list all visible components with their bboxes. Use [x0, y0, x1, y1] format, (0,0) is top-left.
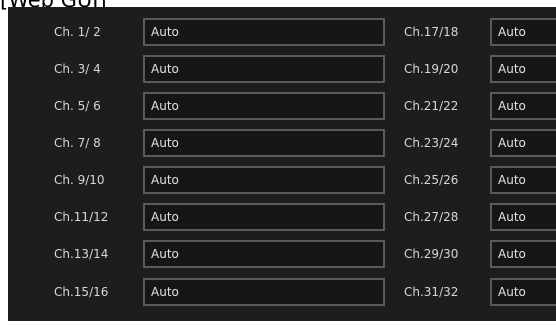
channel-label-29-30: Ch.29/30 [404, 247, 459, 261]
channel-label-31-32: Ch.31/32 [404, 285, 459, 299]
channel-label-17-18: Ch.17/18 [404, 25, 459, 39]
channel-label-27-28: Ch.27/28 [404, 210, 459, 224]
page: [Web GUI] Ch. 1/ 2 Auto Ch. 3/ 4 Auto Ch… [0, 0, 556, 328]
channel-row-27-28: Ch.27/28 Auto [8, 202, 556, 232]
channel-row-23-24: Ch.23/24 Auto [8, 128, 556, 158]
channel-row-21-22: Ch.21/22 Auto [8, 91, 556, 121]
channel-mode-field-25-26[interactable]: Auto [490, 166, 556, 194]
channel-settings-panel: Ch. 1/ 2 Auto Ch. 3/ 4 Auto Ch. 5/ 6 Aut… [8, 7, 556, 321]
channel-mode-field-17-18[interactable]: Auto [490, 18, 556, 46]
channel-mode-field-27-28[interactable]: Auto [490, 203, 556, 231]
channel-row-25-26: Ch.25/26 Auto [8, 165, 556, 195]
channel-row-17-18: Ch.17/18 Auto [8, 17, 556, 47]
channel-row-19-20: Ch.19/20 Auto [8, 54, 556, 84]
channel-mode-field-31-32[interactable]: Auto [490, 278, 556, 306]
channel-mode-field-29-30[interactable]: Auto [490, 240, 556, 268]
channel-label-25-26: Ch.25/26 [404, 173, 459, 187]
channel-row-31-32: Ch.31/32 Auto [8, 277, 556, 307]
channel-mode-field-23-24[interactable]: Auto [490, 129, 556, 157]
channel-label-21-22: Ch.21/22 [404, 99, 459, 113]
channel-row-29-30: Ch.29/30 Auto [8, 239, 556, 269]
channel-mode-field-21-22[interactable]: Auto [490, 92, 556, 120]
channel-label-19-20: Ch.19/20 [404, 62, 459, 76]
channel-label-23-24: Ch.23/24 [404, 136, 459, 150]
channel-mode-field-19-20[interactable]: Auto [490, 55, 556, 83]
